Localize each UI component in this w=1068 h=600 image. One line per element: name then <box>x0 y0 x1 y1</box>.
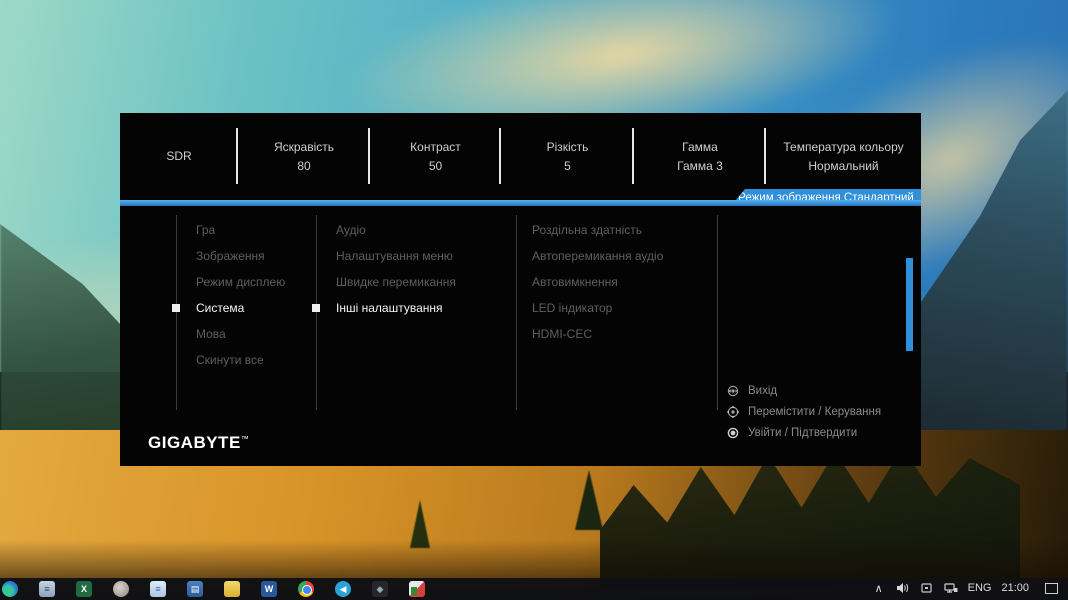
header-cell-color-temp: Температура кольору Нормальний <box>766 113 921 200</box>
selected-marker-main <box>172 304 180 312</box>
header-label: Температура кольору <box>783 140 903 155</box>
utility-app-icon[interactable] <box>409 581 425 597</box>
gimp-icon[interactable] <box>113 581 129 597</box>
hint-label: Перемістити / Керування <box>748 406 881 418</box>
monitor-osd-panel: SDR Яскравість 80 Контраст 50 Різкість 5… <box>120 113 921 466</box>
menu-item-auto-power-off[interactable]: Автовимкнення <box>532 269 663 295</box>
clock-time: 21:00 <box>1001 583 1029 594</box>
gigabyte-logo-text: GIGABYTE <box>148 433 241 452</box>
header-cell-brightness: Яскравість 80 <box>238 113 370 200</box>
hint-label: Увійти / Підтвердити <box>748 427 857 439</box>
tray-chevron-icon[interactable]: ∧ <box>872 581 886 595</box>
osd-accent-line <box>120 200 921 206</box>
menu-column-options: Роздільна здатність Автоперемикання ауді… <box>532 217 663 347</box>
excel-icon[interactable]: X <box>76 581 92 597</box>
menu-item-game[interactable]: Гра <box>196 217 285 243</box>
menu-item-hdmi-cec[interactable]: HDMI-CEC <box>532 321 663 347</box>
header-label: Контраст <box>410 140 461 155</box>
joystick-icon <box>726 405 740 419</box>
edge-icon[interactable] <box>2 581 18 597</box>
header-cell-contrast: Контраст 50 <box>370 113 501 200</box>
screen: SDR Яскравість 80 Контраст 50 Різкість 5… <box>0 0 1068 600</box>
notepad-icon[interactable]: ≡ <box>150 581 166 597</box>
column-divider <box>516 215 517 410</box>
dark-app-icon[interactable]: ◆ <box>372 581 388 597</box>
header-value: Гамма 3 <box>677 159 723 174</box>
menu-item-resolution[interactable]: Роздільна здатність <box>532 217 663 243</box>
osd-scrollbar[interactable] <box>906 258 913 351</box>
file-explorer-icon[interactable] <box>224 581 240 597</box>
volume-icon[interactable] <box>896 581 910 595</box>
osd-status-header: SDR Яскравість 80 Контраст 50 Різкість 5… <box>120 113 921 200</box>
menu-column-sub: Аудіо Налаштування меню Швидке перемикан… <box>336 217 456 321</box>
menu-item-language[interactable]: Мова <box>196 321 285 347</box>
column-divider <box>316 215 317 410</box>
taskbar-clock[interactable]: 21:00 <box>1001 583 1029 594</box>
menu-item-picture[interactable]: Зображення <box>196 243 285 269</box>
header-label: SDR <box>166 149 191 164</box>
system-tray: ∧ ENG 21:00 <box>872 578 1068 595</box>
menu-item-audio[interactable]: Аудіо <box>336 217 456 243</box>
document-app-icon[interactable]: ≡ <box>39 581 55 597</box>
action-center-icon[interactable] <box>1045 583 1058 594</box>
gigabyte-logo-tm: ™ <box>241 434 250 443</box>
menu-item-menu-settings[interactable]: Налаштування меню <box>336 243 456 269</box>
header-label: Гамма <box>682 140 718 155</box>
hint-move-control: Перемістити / Керування <box>726 405 881 419</box>
menu-item-system[interactable]: Система <box>196 295 285 321</box>
menu-item-display-mode[interactable]: Режим дисплею <box>196 269 285 295</box>
header-label: Яскравість <box>274 140 334 155</box>
hint-label: Вихід <box>748 385 777 397</box>
network-icon[interactable] <box>944 581 958 595</box>
menu-item-auto-audio-switch[interactable]: Автоперемикання аудіо <box>532 243 663 269</box>
menu-column-main: Гра Зображення Режим дисплею Система Мов… <box>196 217 285 373</box>
menu-item-led-indicator[interactable]: LED індикатор <box>532 295 663 321</box>
calculator-icon[interactable]: ▤ <box>187 581 203 597</box>
word-icon[interactable]: W <box>261 581 277 597</box>
header-value: 80 <box>297 159 310 174</box>
joystick-icon <box>726 426 740 440</box>
header-cell-source: SDR <box>120 113 238 200</box>
header-value: 5 <box>564 159 571 174</box>
onedrive-icon[interactable] <box>920 581 934 595</box>
header-cell-sharpness: Різкість 5 <box>501 113 634 200</box>
hint-enter-confirm: Увійти / Підтвердити <box>726 426 881 440</box>
taskbar-icons: ≡ X ≡ ▤ W ◀ ◆ <box>0 578 425 597</box>
osd-key-hints: Вихід Перемістити / Керування Ув <box>726 384 881 440</box>
menu-item-quick-switch[interactable]: Швидке перемикання <box>336 269 456 295</box>
language-indicator[interactable]: ENG <box>968 582 992 594</box>
hint-exit: Вихід <box>726 384 881 398</box>
joystick-icon <box>726 384 740 398</box>
windows-taskbar: ≡ X ≡ ▤ W ◀ ◆ ∧ ENG 21:00 <box>0 578 1068 600</box>
menu-item-reset-all[interactable]: Скинути все <box>196 347 285 373</box>
header-label: Різкість <box>547 140 589 155</box>
gigabyte-logo: GIGABYTE™ <box>148 433 249 453</box>
header-value: Нормальний <box>808 159 878 174</box>
wallpaper-tree <box>575 470 603 530</box>
header-cell-gamma: Гамма Гамма 3 <box>634 113 766 200</box>
column-divider <box>717 215 718 410</box>
chrome-icon[interactable] <box>298 581 314 597</box>
menu-item-other-settings[interactable]: Інші налаштування <box>336 295 456 321</box>
selected-marker-sub <box>312 304 320 312</box>
column-divider <box>176 215 177 410</box>
telegram-icon[interactable]: ◀ <box>335 581 351 597</box>
header-value: 50 <box>429 159 442 174</box>
